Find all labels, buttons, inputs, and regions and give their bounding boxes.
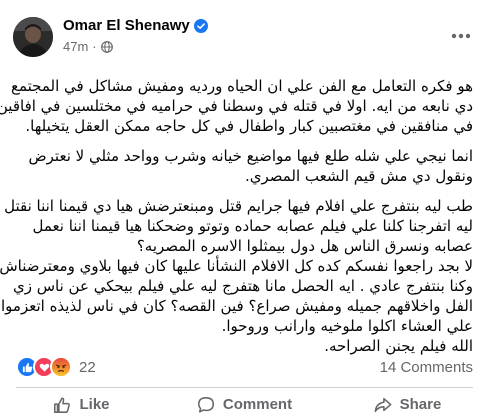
- comment-bubble-icon: [197, 396, 214, 413]
- post-header: Omar El Shenawy 47m ·: [0, 0, 489, 64]
- text-line: وكنا بنتفرج عادي . ايه الحصل مانا هتفرج …: [12, 277, 473, 295]
- comment-button-label: Comment: [222, 396, 293, 413]
- author-name[interactable]: Omar El Shenawy: [63, 17, 190, 34]
- text-line: طب ليه بنتفرج علي افلام فيها جرايم قتل و…: [4, 197, 473, 215]
- post-body: هو فكره التعامل مع الفن علي ان الحياه ور…: [0, 76, 474, 366]
- post-paragraph-3: طب ليه بنتفرج علي افلام فيها جرايم قتل و…: [0, 196, 474, 356]
- text-line: عصابه ونسرق الناس هل دول بيمثلوا الاسره …: [136, 237, 473, 255]
- text-line: لا بجد راجعوا نفسكم كده كل الافلام النشأ…: [0, 257, 473, 275]
- meta-separator: ·: [92, 39, 97, 54]
- text-line: دي نابعه من ايه. اولا في قتله في وسطنا ف…: [0, 97, 473, 115]
- post-actions: Like Comment Share: [0, 389, 489, 420]
- text-line: الله فيلم يجنن الصراحه.: [324, 337, 473, 355]
- reactions-bar: 22 14 Comments: [16, 355, 473, 379]
- text-line: ونقول دي مش قيم الشعب المصري.: [244, 167, 473, 185]
- share-button[interactable]: Share: [326, 389, 489, 420]
- more-options-icon[interactable]: [447, 22, 475, 50]
- reaction-icons[interactable]: [16, 356, 72, 378]
- comments-count-link[interactable]: 14 Comments: [380, 359, 473, 376]
- globe-icon: [100, 40, 113, 53]
- facebook-post: Omar El Shenawy 47m · هو فكره التعامل مع…: [0, 0, 489, 420]
- text-line: الفل واخلاقهم جميله ومفيش صراع؟ فين القص…: [1, 297, 473, 315]
- angry-reaction-icon: [50, 356, 72, 378]
- text-line: علي العشاء اكلوا ملوخيه وارانب وروحوا.: [221, 317, 473, 335]
- share-button-label: Share: [399, 396, 442, 413]
- text-line: انما نيجي علي شله طلع فيها مواضيع خيانه …: [28, 147, 473, 165]
- author-avatar[interactable]: [13, 17, 53, 57]
- text-line: هو فكره التعامل مع الفن علي ان الحياه ور…: [10, 77, 473, 95]
- post-timestamp[interactable]: 47m: [63, 39, 88, 54]
- text-line: ليه اتفرجنا كلنا علي فيلم عصابه حماده وت…: [32, 217, 474, 235]
- share-arrow-icon: [374, 397, 392, 412]
- reaction-count[interactable]: 22: [79, 359, 96, 376]
- like-button-label: Like: [79, 396, 110, 413]
- verified-badge-icon: [193, 18, 208, 33]
- text-line: في منافقين في مغتصبين كبار واطفال في كل …: [25, 117, 473, 135]
- thumbs-up-icon: [54, 396, 71, 413]
- divider: [16, 387, 473, 388]
- post-paragraph-1: هو فكره التعامل مع الفن علي ان الحياه ور…: [0, 76, 473, 136]
- like-button[interactable]: Like: [0, 389, 163, 420]
- post-paragraph-2: انما نيجي علي شله طلع فيها مواضيع خيانه …: [16, 146, 473, 186]
- comment-button[interactable]: Comment: [163, 389, 326, 420]
